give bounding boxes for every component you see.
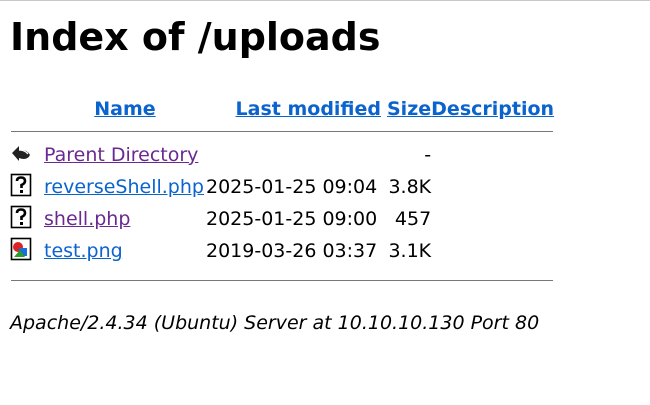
image-file-icon <box>10 237 32 261</box>
row-name-cell: shell.php <box>44 203 206 235</box>
parent-directory-link[interactable]: Parent Directory <box>44 144 198 166</box>
sort-by-description-link[interactable]: Description <box>431 98 554 120</box>
bottom-divider <box>11 279 554 281</box>
table-row: Parent Directory - <box>10 138 554 171</box>
row-size-cell: 3.1K <box>388 240 432 262</box>
header-icon-column <box>10 92 44 125</box>
header-size: Size <box>387 92 431 125</box>
back-arrow-icon <box>12 145 30 161</box>
sort-by-name-link[interactable]: Name <box>94 98 155 120</box>
top-divider <box>11 131 554 132</box>
row-size-cell: 457 <box>394 208 432 230</box>
sort-by-last-modified-link[interactable]: Last modified <box>236 98 381 120</box>
browser-edge-line <box>0 0 650 1</box>
unknown-file-icon <box>10 173 32 197</box>
sort-by-size-link[interactable]: Size <box>387 98 431 120</box>
page-title: Index of /uploads <box>10 15 381 59</box>
row-name-cell: test.png <box>44 235 206 267</box>
row-icon-cell <box>10 138 44 171</box>
separator-row-top <box>10 125 554 138</box>
header-last-modified: Last modified <box>206 92 387 125</box>
row-icon-cell <box>10 203 44 235</box>
header-name: Name <box>44 92 206 125</box>
row-date-cell: 2025-01-25 09:04 <box>206 176 378 198</box>
directory-listing-table: Name Last modified Size Description Pare… <box>10 92 554 293</box>
row-size-cell: - <box>424 143 432 166</box>
table-header-row: Name Last modified Size Description <box>10 92 554 125</box>
file-link-reverseshell[interactable]: reverseShell.php <box>44 176 204 198</box>
header-description: Description <box>431 92 554 125</box>
row-date-cell: 2025-01-25 09:00 <box>206 208 378 230</box>
row-size-cell: 3.8K <box>388 176 432 198</box>
row-icon-cell <box>10 235 44 267</box>
unknown-file-icon <box>10 205 32 229</box>
row-name-cell: reverseShell.php <box>44 171 206 203</box>
row-name-cell: Parent Directory <box>44 138 206 171</box>
row-date-cell <box>206 138 387 171</box>
table-row: test.png 2019-03-26 03:37 3.1K <box>10 235 554 267</box>
row-description-cell <box>431 235 554 267</box>
server-signature: Apache/2.4.34 (Ubuntu) Server at 10.10.1… <box>10 312 540 334</box>
row-date-cell: 2019-03-26 03:37 <box>206 240 378 262</box>
row-description-cell <box>431 138 554 171</box>
separator-row-bottom <box>10 267 554 293</box>
table-row: shell.php 2025-01-25 09:00 457 <box>10 203 554 235</box>
row-description-cell <box>431 203 554 235</box>
separator-cell <box>10 267 554 293</box>
file-link-shell[interactable]: shell.php <box>44 208 130 230</box>
row-icon-cell <box>10 171 44 203</box>
row-description-cell <box>431 171 554 203</box>
separator-cell <box>10 125 554 138</box>
table-row: reverseShell.php 2025-01-25 09:04 3.8K <box>10 171 554 203</box>
file-link-test-png[interactable]: test.png <box>44 240 123 262</box>
